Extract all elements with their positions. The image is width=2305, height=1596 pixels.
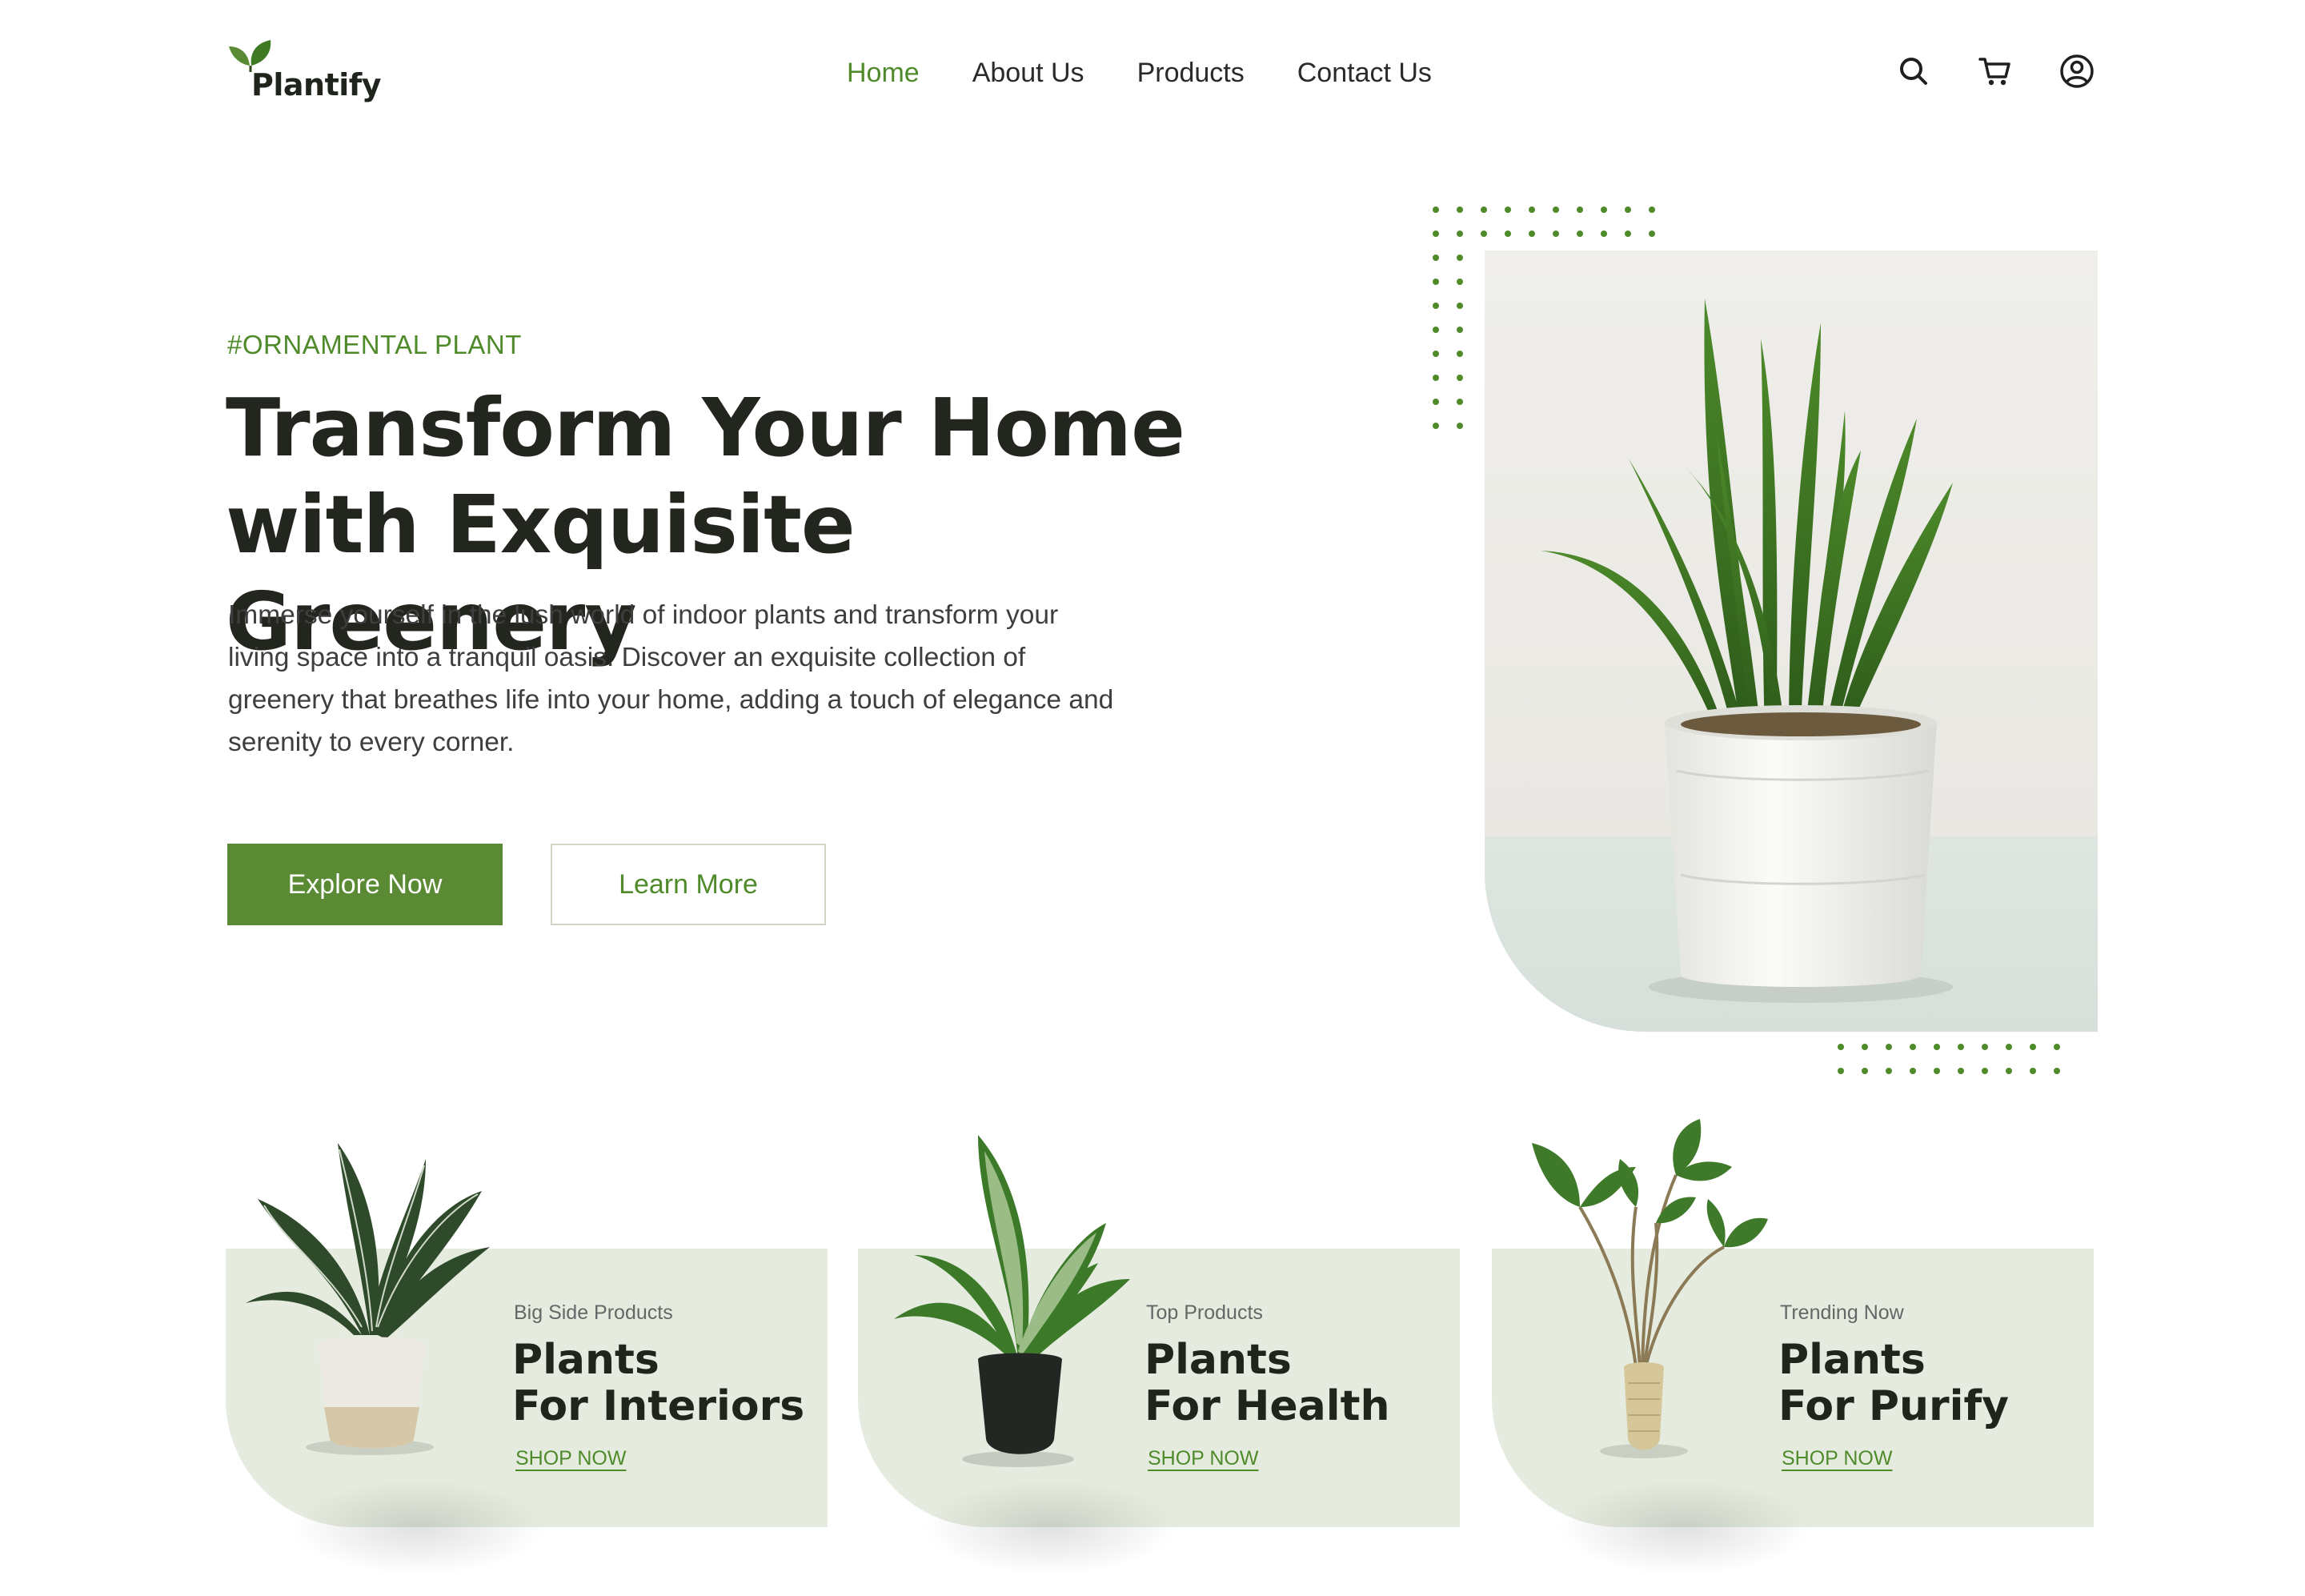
explore-now-button[interactable]: Explore Now: [227, 844, 503, 925]
decorative-dot: [1433, 423, 1439, 429]
decorative-dot: [2030, 1068, 2036, 1074]
user-icon[interactable]: [2058, 53, 2095, 90]
decorative-dot: [1433, 303, 1439, 309]
decorative-dot: [1625, 207, 1631, 213]
decorative-dot: [1457, 423, 1463, 429]
card-shadow: [290, 1479, 546, 1575]
nav-home[interactable]: Home: [847, 58, 920, 89]
search-icon[interactable]: [1895, 53, 1932, 90]
decorative-dot: [1433, 255, 1439, 261]
category-card-interiors[interactable]: Big Side Products Plants For Interiors S…: [226, 1143, 828, 1575]
decorative-dot: [2054, 1044, 2060, 1050]
decorative-dot: [1982, 1068, 1988, 1074]
decorative-dot: [1601, 207, 1607, 213]
card-kicker: Big Side Products: [514, 1301, 673, 1324]
decorative-dot: [1649, 207, 1655, 213]
decorative-dot: [1934, 1044, 1940, 1050]
decorative-dot: [1433, 375, 1439, 381]
header-actions: [1895, 53, 2095, 90]
card-title-line2: For Health: [1144, 1382, 1390, 1430]
decorative-dot: [1457, 399, 1463, 405]
main-nav: Home About Us Products Contact Us: [847, 58, 1432, 89]
decorative-dot: [1481, 231, 1487, 237]
brand-name: Plantify: [251, 67, 382, 102]
decorative-dots-bottom: [1838, 1044, 2078, 1092]
decorative-dot: [1457, 231, 1463, 237]
zebrina-plant-image: [1532, 1119, 1768, 1458]
learn-more-button[interactable]: Learn More: [551, 844, 826, 925]
category-card-purify[interactable]: Trending Now Plants For Purify SHOP NOW: [1492, 1119, 2094, 1575]
decorative-dot: [1910, 1068, 1916, 1074]
decorative-dot: [1625, 231, 1631, 237]
decorative-dot: [1457, 279, 1463, 285]
card-title: Plants For Purify: [1778, 1337, 2009, 1430]
decorative-dot: [1529, 231, 1535, 237]
shop-now-link[interactable]: SHOP NOW: [515, 1447, 626, 1470]
card-shadow: [1556, 1479, 1812, 1575]
hero-description: Immerse yourself in the lush world of in…: [228, 600, 1114, 757]
decorative-dot: [1886, 1044, 1892, 1050]
card-title: Plants For Interiors: [512, 1337, 804, 1430]
decorative-dot: [1886, 1068, 1892, 1074]
decorative-dot: [1505, 231, 1511, 237]
decorative-dot: [1433, 207, 1439, 213]
decorative-dot: [2006, 1044, 2012, 1050]
card-title: Plants For Health: [1144, 1337, 1389, 1430]
decorative-dot: [1862, 1068, 1868, 1074]
card-title-line1: Plants: [1144, 1336, 1292, 1384]
decorative-dot: [1457, 303, 1463, 309]
card-kicker: Top Products: [1146, 1301, 1263, 1324]
nav-products[interactable]: Products: [1137, 58, 1245, 89]
decorative-dot: [2006, 1068, 2012, 1074]
nav-contact-us[interactable]: Contact Us: [1297, 58, 1432, 89]
card-title-line1: Plants: [512, 1336, 659, 1384]
decorative-dot: [1958, 1044, 1964, 1050]
decorative-dot: [1910, 1044, 1916, 1050]
decorative-dot: [1982, 1044, 1988, 1050]
decorative-dot: [1457, 327, 1463, 333]
brand-logo[interactable]: Plantify: [226, 37, 386, 109]
hero-tag: #ORNAMENTAL PLANT: [227, 330, 522, 359]
card-title-line2: For Purify: [1778, 1382, 2010, 1430]
shop-now-link[interactable]: SHOP NOW: [1782, 1447, 1892, 1470]
nav-about-us[interactable]: About Us: [972, 58, 1084, 89]
cart-icon[interactable]: [1977, 53, 2014, 90]
alocasia-plant-image: [246, 1143, 490, 1455]
decorative-dot: [2054, 1068, 2060, 1074]
decorative-dot: [1577, 207, 1583, 213]
shop-now-link[interactable]: SHOP NOW: [1148, 1447, 1258, 1470]
category-card-health[interactable]: Top Products Plants For Health SHOP NOW: [858, 1135, 1460, 1575]
hero-plant-image: [1485, 251, 2098, 1032]
decorative-dot: [1862, 1044, 1868, 1050]
decorative-dot: [1838, 1044, 1844, 1050]
decorative-dot: [1529, 207, 1535, 213]
decorative-dot: [1505, 207, 1511, 213]
decorative-dot: [1457, 207, 1463, 213]
decorative-dot: [2030, 1044, 2036, 1050]
decorative-dot: [1958, 1068, 1964, 1074]
card-title-line2: For Interiors: [512, 1382, 805, 1430]
hero-headline-line1: Transform Your Home: [226, 381, 1185, 475]
card-kicker: Trending Now: [1780, 1301, 1904, 1324]
decorative-dot: [1433, 351, 1439, 357]
decorative-dot: [1838, 1068, 1844, 1074]
decorative-dot: [1553, 207, 1559, 213]
decorative-dot: [1457, 351, 1463, 357]
card-shadow: [922, 1479, 1178, 1575]
decorative-dot: [1457, 255, 1463, 261]
aglaonema-plant-image: [894, 1135, 1130, 1467]
card-title-line1: Plants: [1778, 1336, 1926, 1384]
decorative-dot: [1457, 375, 1463, 381]
decorative-dot: [1433, 399, 1439, 405]
decorative-dot: [1481, 207, 1487, 213]
decorative-dot: [1433, 327, 1439, 333]
decorative-dot: [1577, 231, 1583, 237]
decorative-dot: [1601, 231, 1607, 237]
decorative-dot: [1433, 279, 1439, 285]
decorative-dot: [1934, 1068, 1940, 1074]
decorative-dot: [1553, 231, 1559, 237]
decorative-dot: [1433, 231, 1439, 237]
decorative-dot: [1649, 231, 1655, 237]
